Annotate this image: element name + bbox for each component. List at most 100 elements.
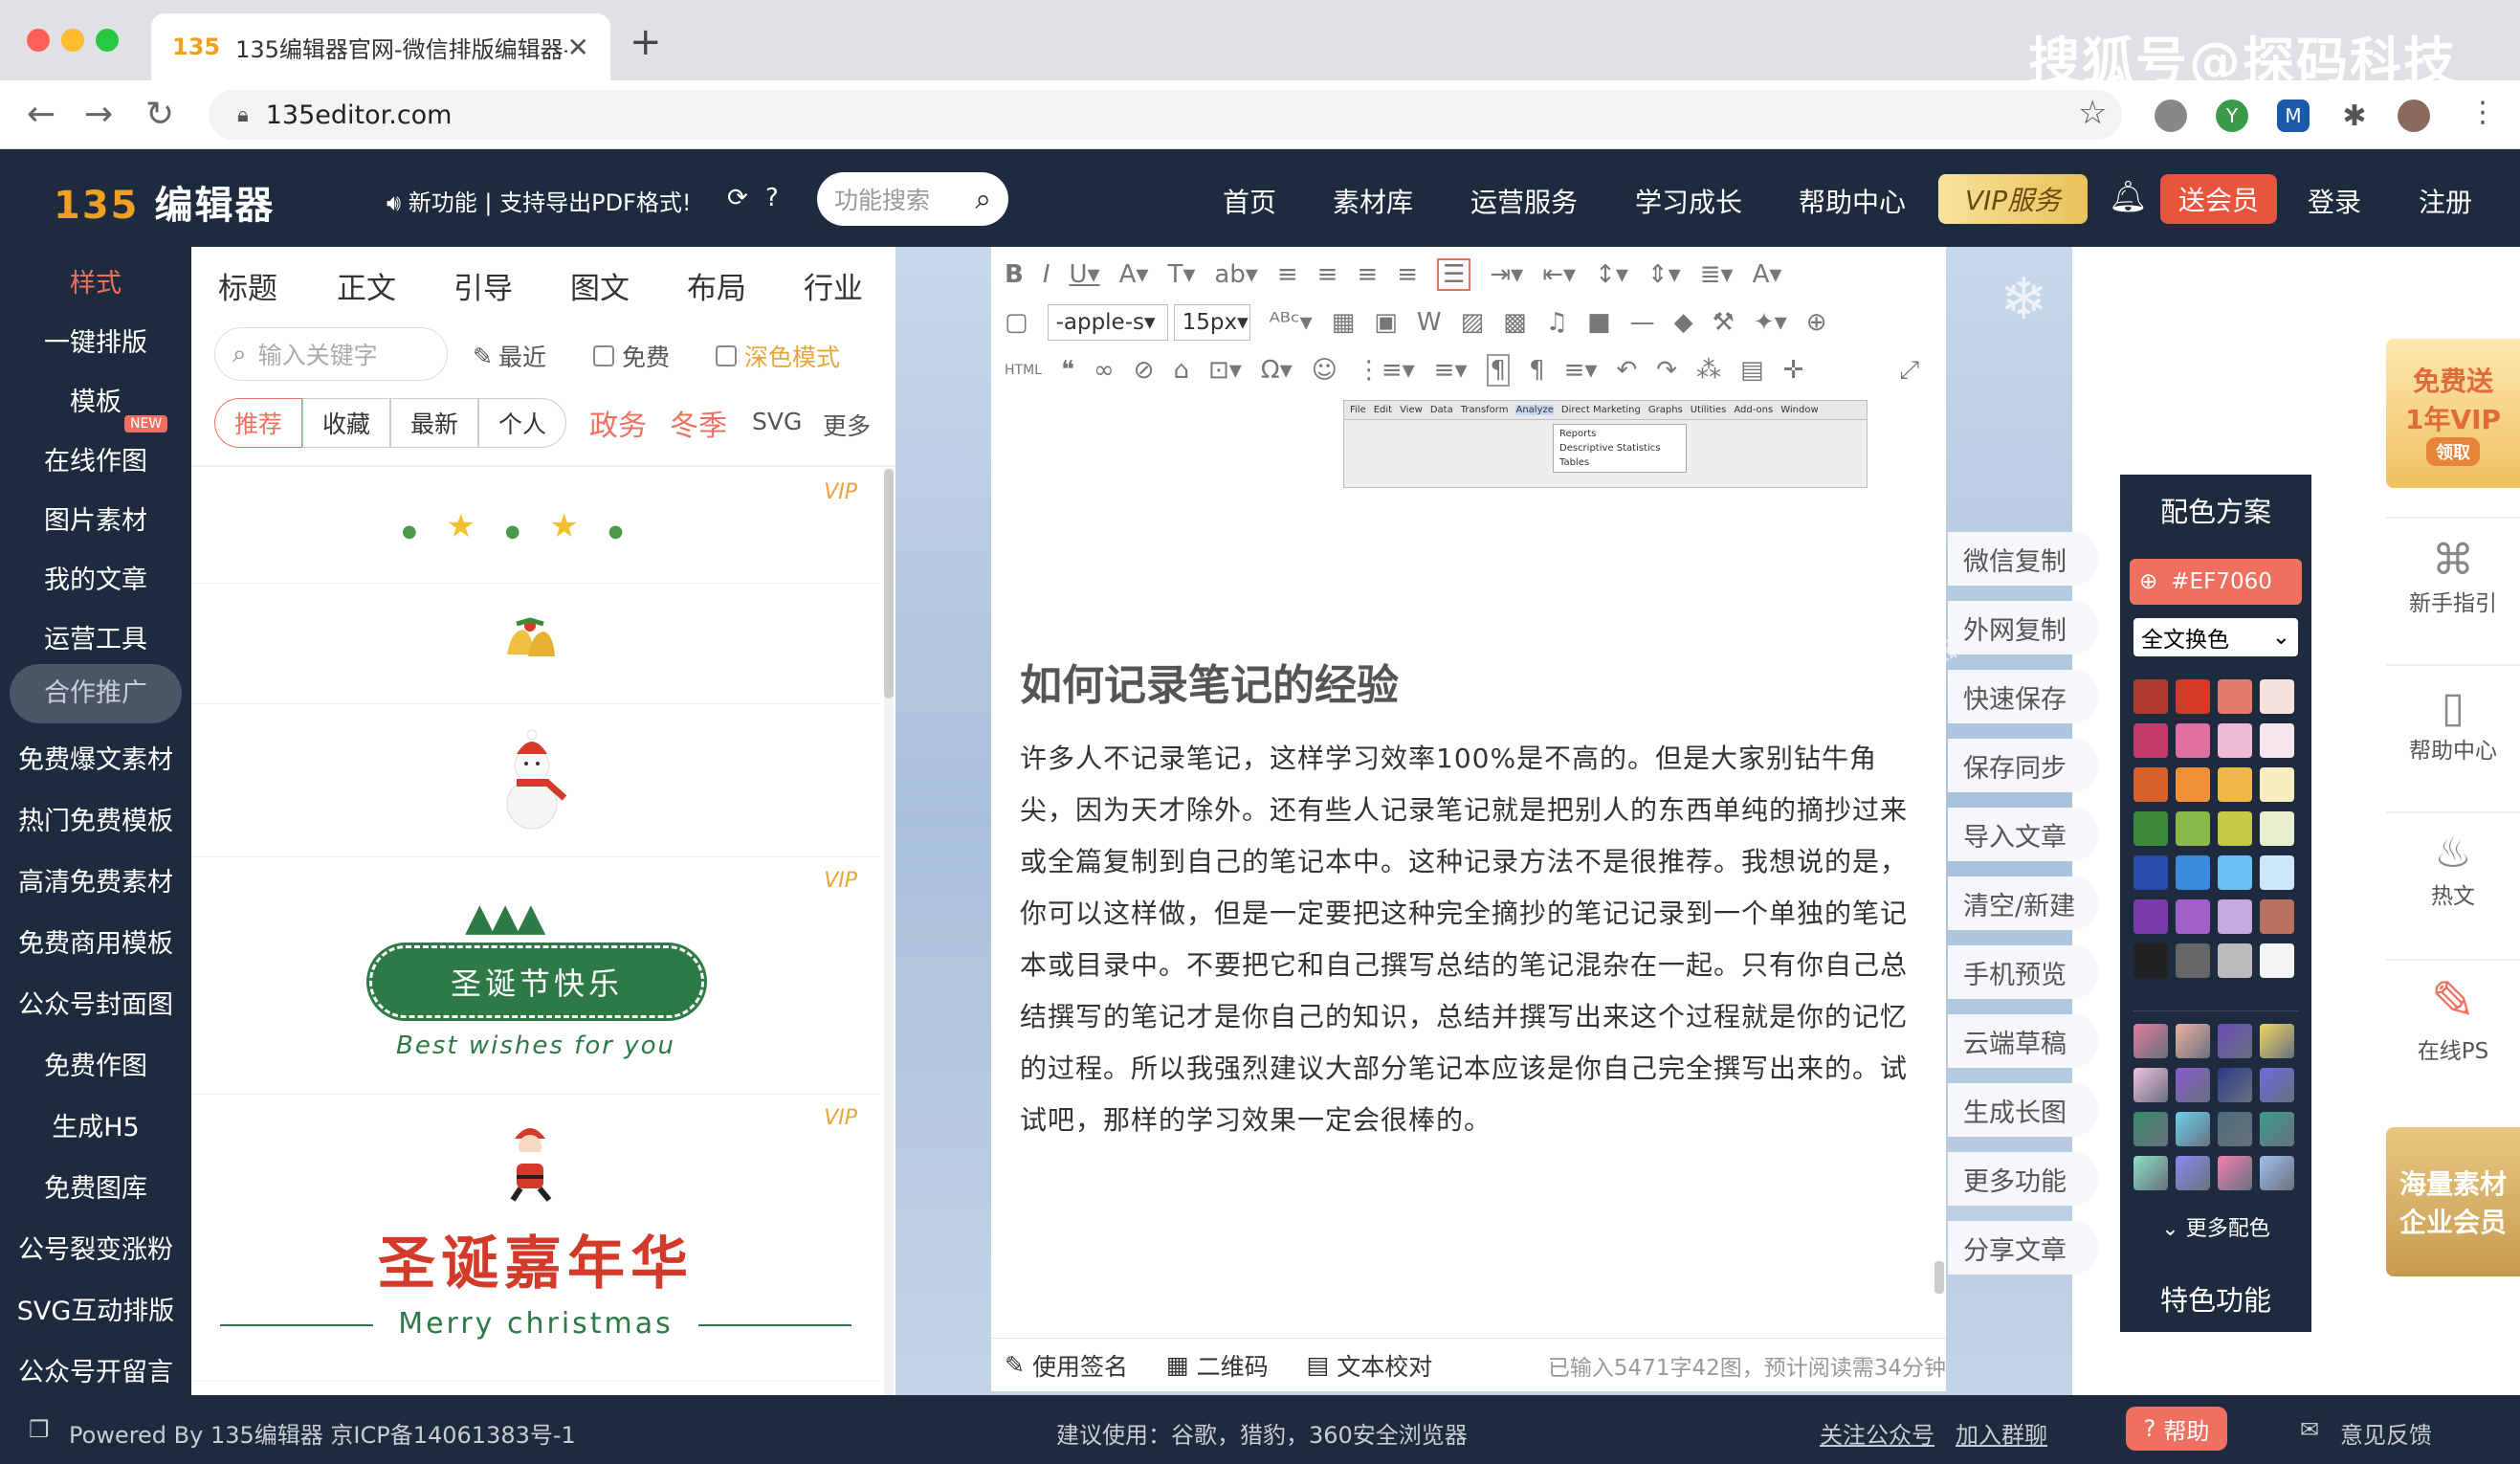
clear-new-button[interactable]: 清空/新建 — [1948, 876, 2099, 930]
sidebar-item-svg-layout[interactable]: SVG互动排版 — [0, 1290, 191, 1327]
back-icon[interactable]: ← — [27, 96, 55, 134]
color-swatch[interactable] — [2176, 943, 2210, 978]
color-swatch[interactable] — [2218, 811, 2252, 846]
more-functions-button[interactable]: 更多功能 — [1948, 1152, 2099, 1206]
outdent-icon[interactable]: ⇤▾ — [1542, 260, 1576, 289]
html-source-icon[interactable]: HTML — [1005, 363, 1042, 378]
gradient-swatch[interactable] — [2260, 1112, 2294, 1146]
gradient-swatch[interactable] — [2218, 1112, 2252, 1146]
style-card-stars[interactable]: VIP ● ★ ● ★ ● — [191, 469, 880, 584]
link-icon[interactable]: ∞ — [1094, 356, 1115, 385]
style-card-carnival[interactable]: VIP 圣诞嘉年华 Merry christmas — [191, 1095, 880, 1382]
color-swatch[interactable] — [2133, 767, 2168, 802]
long-image-button[interactable]: 生成长图 — [1948, 1083, 2099, 1137]
sidebar-item-free-design[interactable]: 免费作图 — [0, 1045, 191, 1082]
list-spacing-icon[interactable]: ≣▾ — [1700, 260, 1734, 289]
help-circle-icon[interactable]: ? — [765, 184, 779, 212]
font-color-icon[interactable]: A▾ — [1119, 260, 1149, 289]
unlink-icon[interactable]: ⊘ — [1134, 356, 1155, 385]
color-swatch[interactable] — [2133, 943, 2168, 978]
sidebar-item-styles[interactable]: 样式 — [0, 262, 191, 299]
sidebar-item-fans-growth[interactable]: 公号裂变涨粉 — [0, 1229, 191, 1266]
import-article-button[interactable]: 导入文章 — [1948, 808, 2099, 861]
ltr-icon[interactable]: ¶ — [1486, 354, 1511, 387]
gradient-swatch[interactable] — [2218, 1024, 2252, 1058]
nav-operations[interactable]: 运营服务 — [1470, 182, 1578, 220]
gradient-swatch[interactable] — [2176, 1156, 2210, 1190]
sidebar-item-my-articles[interactable]: 我的文章 — [0, 559, 191, 596]
paragraph-format-icon[interactable]: ≡▾ — [1564, 356, 1598, 385]
rtl-icon[interactable]: ¶ — [1529, 356, 1545, 385]
paragraph-spacing-icon[interactable]: ⇕▾ — [1647, 260, 1681, 289]
recent-toggle[interactable]: ✎ 最近 — [473, 339, 546, 373]
color-swatch[interactable] — [2260, 943, 2294, 978]
anchor-icon[interactable]: ⌂ — [1173, 356, 1189, 385]
help-button[interactable]: ? 帮助 — [2126, 1407, 2227, 1451]
bold-icon[interactable]: B — [1005, 260, 1024, 289]
font-style-icon[interactable]: T▾ — [1167, 260, 1195, 289]
filter-recommended[interactable]: 推荐 — [214, 398, 302, 448]
color-swatch[interactable] — [2260, 855, 2294, 890]
gradient-swatch[interactable] — [2133, 1024, 2168, 1058]
horizontal-rule-icon[interactable]: — — [1630, 308, 1655, 337]
multi-image-icon[interactable]: ▩ — [1503, 308, 1527, 337]
ordered-list-icon[interactable]: ⋮≡▾ — [1357, 356, 1415, 385]
hot-articles-link[interactable]: ♨ 热文 — [2386, 829, 2520, 910]
document-content[interactable]: 如何记录笔记的经验 许多人不记录笔记，这样学习效率100%是不高的。但是大家别钻… — [1020, 651, 1919, 1146]
document-embedded-screenshot[interactable]: File Edit View Data Transform Analyze Di… — [1343, 400, 1868, 488]
bookmark-star-icon[interactable]: ☆ — [2078, 94, 2107, 132]
background-color-icon[interactable]: ab▾ — [1214, 260, 1258, 289]
undo-icon[interactable]: ↶ — [1616, 356, 1637, 385]
gradient-swatch[interactable] — [2176, 1068, 2210, 1102]
tab-title[interactable]: 标题 — [218, 264, 277, 307]
nav-help-center[interactable]: 帮助中心 — [1799, 182, 1906, 220]
sidebar-item-free-gallery[interactable]: 免费图库 — [0, 1167, 191, 1205]
gift-membership-button[interactable]: 送会员 — [2160, 174, 2277, 224]
tab-industry[interactable]: 行业 — [804, 264, 863, 307]
color-swatch[interactable] — [2133, 723, 2168, 758]
style-list-scroll-thumb[interactable] — [884, 469, 894, 699]
sidebar-item-one-click-layout[interactable]: 一键排版 — [0, 322, 191, 359]
filter-personal[interactable]: 个人 — [478, 398, 566, 448]
autotypeset-icon[interactable]: ⁂ — [1696, 356, 1721, 385]
search-icon[interactable]: ⌕ — [975, 183, 991, 216]
justify-active-icon[interactable]: ☰ — [1437, 258, 1471, 291]
login-link[interactable]: 登录 — [2308, 182, 2361, 220]
color-swatch[interactable] — [2218, 855, 2252, 890]
magic-wand-icon[interactable]: ✦▾ — [1754, 308, 1787, 337]
sidebar-item-online-design[interactable]: 在线作图 — [0, 440, 191, 477]
current-color-button[interactable]: ⊕ #EF7060 — [2130, 559, 2302, 605]
indent-icon[interactable]: ⇥▾ — [1490, 260, 1523, 289]
underline-icon[interactable]: U▾ — [1070, 260, 1100, 289]
sidebar-item-cover-images[interactable]: 公众号封面图 — [0, 984, 191, 1021]
vip-service-button[interactable]: VIP服务 — [1938, 174, 2088, 224]
browser-menu-icon[interactable]: ⋮ — [2468, 96, 2497, 129]
nav-learning[interactable]: 学习成长 — [1635, 182, 1742, 220]
color-swatch[interactable] — [2260, 811, 2294, 846]
qrcode-button[interactable]: 二维码 — [1197, 1348, 1269, 1383]
sidebar-item-comments[interactable]: 公众号开留言 — [0, 1351, 191, 1388]
filter-latest[interactable]: 最新 — [390, 398, 478, 448]
gradient-swatch[interactable] — [2218, 1156, 2252, 1190]
extension-globe-icon[interactable] — [2155, 100, 2187, 132]
keyword-search-input[interactable]: ⌕ 输入关键字 — [214, 327, 448, 381]
save-sync-button[interactable]: 保存同步 — [1948, 739, 2099, 792]
category-government[interactable]: 政务 — [589, 402, 647, 444]
sidebar-item-hot-templates[interactable]: 热门免费模板 — [0, 800, 191, 837]
use-signature-button[interactable]: 使用签名 — [1032, 1348, 1128, 1383]
gradient-swatch[interactable] — [2133, 1068, 2168, 1102]
unordered-list-icon[interactable]: ≡▾ — [1434, 356, 1468, 385]
register-link[interactable]: 注册 — [2419, 182, 2472, 220]
gradient-swatch[interactable] — [2260, 1068, 2294, 1102]
extensions-puzzle-icon[interactable]: ✱ — [2338, 100, 2371, 133]
follow-official-account-link[interactable]: 关注公众号 — [1820, 1416, 1934, 1450]
join-group-link[interactable]: 加入群聊 — [1956, 1416, 2047, 1450]
color-swatch[interactable] — [2260, 723, 2294, 758]
sidebar-item-h5[interactable]: 生成H5 — [0, 1106, 191, 1143]
beginner-guide-link[interactable]: ⌘ 新手指引 — [2386, 536, 2520, 617]
quick-save-button[interactable]: 快速保存 — [1948, 670, 2099, 723]
style-card-xmas-banner[interactable]: VIP ▲▲▲ 圣诞节快乐 Best wishes for you — [191, 857, 880, 1095]
tab-close-icon[interactable]: ✕ — [567, 32, 589, 63]
filter-favorites[interactable]: 收藏 — [302, 398, 390, 448]
enterprise-member-promo[interactable]: 海量素材 企业会员 — [2386, 1127, 2520, 1276]
